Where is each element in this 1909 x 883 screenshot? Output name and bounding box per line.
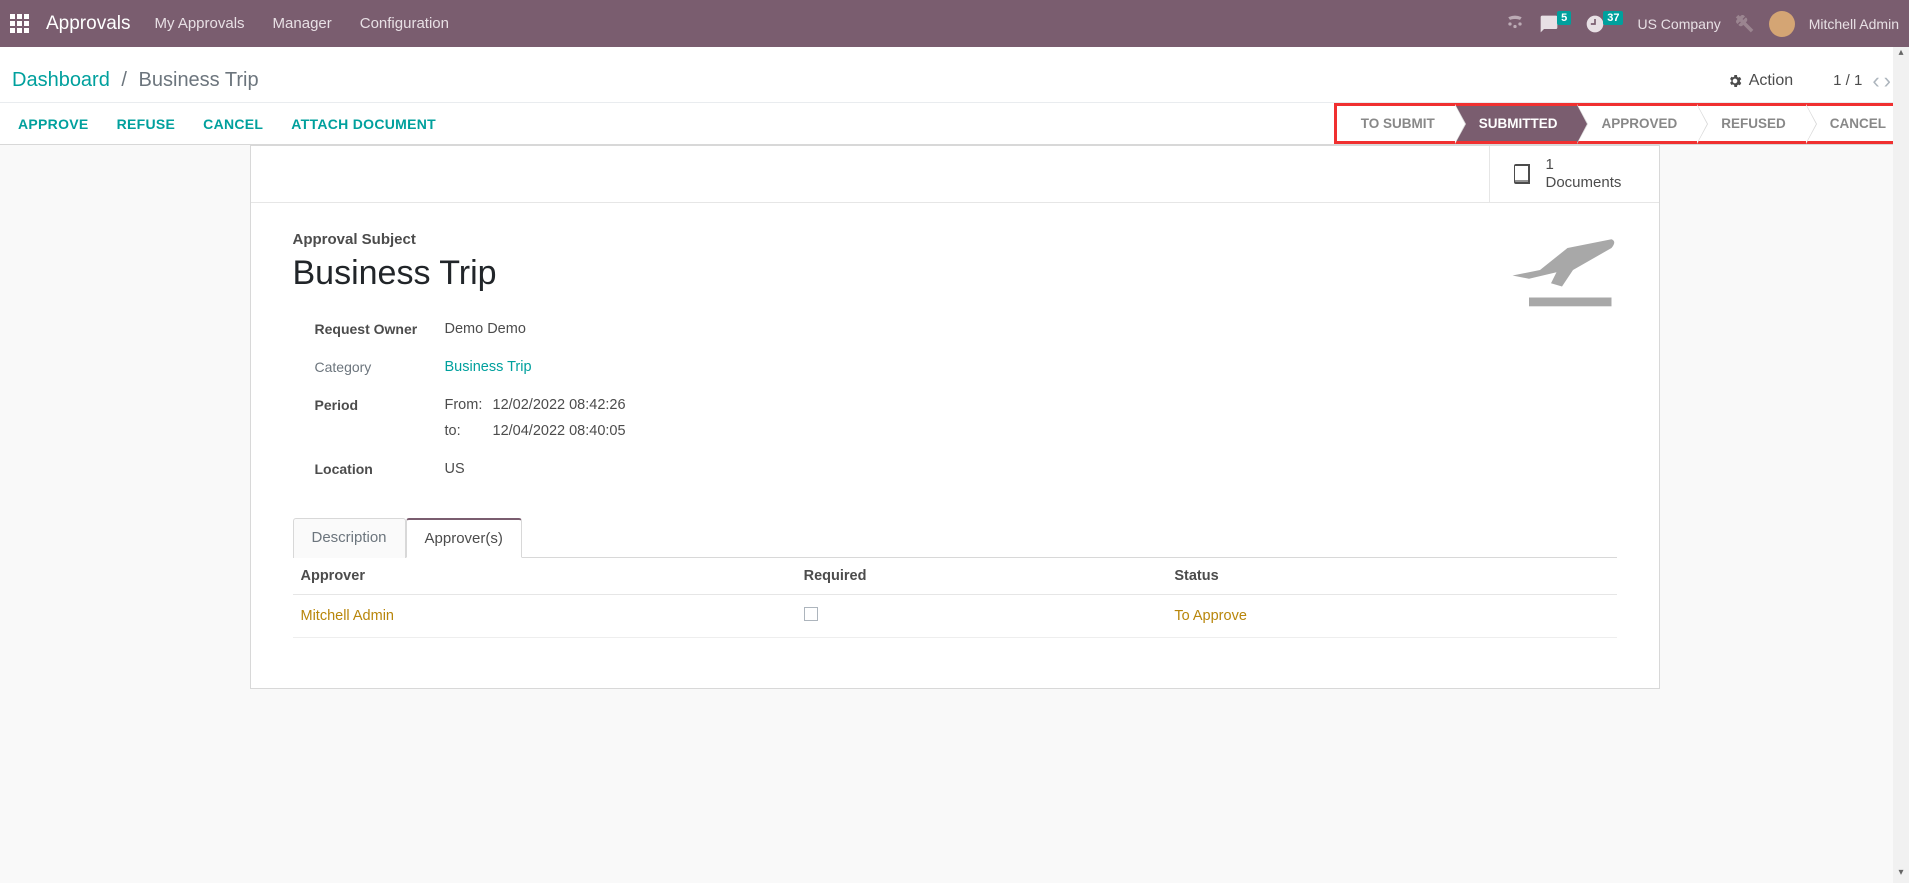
toolbar: APPROVE REFUSE CANCEL ATTACH DOCUMENT TO… (0, 103, 1909, 145)
status-bar: TO SUBMIT SUBMITTED APPROVED REFUSED CAN… (1334, 103, 1909, 144)
action-label: Action (1749, 72, 1793, 90)
th-approver[interactable]: Approver (293, 558, 796, 595)
status-step-refused[interactable]: REFUSED (1697, 106, 1806, 141)
messages-badge: 5 (1557, 11, 1571, 25)
status-step-cancel[interactable]: CANCEL (1806, 106, 1906, 141)
activities-badge: 37 (1603, 11, 1623, 25)
scrollbar[interactable]: ▴ ▾ (1893, 47, 1909, 883)
phone-icon[interactable] (1505, 14, 1525, 34)
tab-approvers[interactable]: Approver(s) (406, 518, 522, 558)
activities-icon[interactable]: 37 (1585, 14, 1623, 34)
documents-count: 1 (1546, 156, 1622, 174)
approvers-table: Approver Required Status Mitchell Admin … (293, 558, 1617, 668)
sheet-container: 1 Documents Approval Subject Business Tr… (0, 145, 1909, 689)
pager: 1 / 1 ‹ › (1833, 68, 1891, 94)
nav-menu: My Approvals Manager Configuration (155, 15, 449, 32)
table-row[interactable]: Mitchell Admin To Approve (293, 595, 1617, 638)
nav-my-approvals[interactable]: My Approvals (155, 15, 245, 32)
nav-configuration[interactable]: Configuration (360, 15, 449, 32)
control-bar: Dashboard / Business Trip Action 1 / 1 ‹… (0, 47, 1909, 103)
approve-button[interactable]: APPROVE (18, 116, 89, 132)
book-icon (1510, 162, 1534, 186)
tab-description[interactable]: Description (293, 518, 406, 558)
approver-link[interactable]: Mitchell Admin (301, 608, 394, 624)
nav-right: 5 37 US Company Mitchell Admin (1505, 11, 1899, 37)
breadcrumb-root[interactable]: Dashboard (12, 69, 110, 91)
nav-manager[interactable]: Manager (273, 15, 332, 32)
category-label: Category (315, 359, 445, 375)
main-navbar: Approvals My Approvals Manager Configura… (0, 0, 1909, 47)
th-status[interactable]: Status (1166, 558, 1616, 595)
refuse-button[interactable]: REFUSE (117, 116, 176, 132)
status-step-submitted[interactable]: SUBMITTED (1455, 106, 1578, 141)
attach-document-button[interactable]: ATTACH DOCUMENT (291, 116, 436, 132)
action-dropdown[interactable]: Action (1727, 72, 1793, 90)
status-step-approved[interactable]: APPROVED (1577, 106, 1697, 141)
app-title[interactable]: Approvals (46, 13, 131, 35)
subject-title: Business Trip (293, 254, 1617, 293)
form-sheet: 1 Documents Approval Subject Business Tr… (250, 145, 1660, 689)
documents-label: Documents (1546, 174, 1622, 192)
period-label: Period (315, 397, 445, 439)
tabs: Description Approver(s) (293, 517, 1617, 558)
th-required[interactable]: Required (796, 558, 1167, 595)
location-value: US (445, 461, 915, 477)
avatar[interactable] (1769, 11, 1795, 37)
period-to-label: to: (445, 423, 493, 439)
messages-icon[interactable]: 5 (1539, 14, 1571, 34)
table-header-row: Approver Required Status (293, 558, 1617, 595)
period-from-label: From: (445, 397, 493, 413)
pager-prev-icon[interactable]: ‹ (1872, 68, 1879, 94)
plane-icon (1507, 225, 1617, 318)
breadcrumb: Dashboard / Business Trip (12, 69, 259, 92)
field-grid: Request Owner Demo Demo Category Busines… (315, 321, 915, 477)
scroll-down-icon[interactable]: ▾ (1893, 867, 1909, 883)
scroll-up-icon[interactable]: ▴ (1893, 47, 1909, 63)
status-step-to-submit[interactable]: TO SUBMIT (1337, 106, 1455, 141)
period-from-value: 12/02/2022 08:42:26 (493, 397, 915, 413)
toolbar-buttons: APPROVE REFUSE CANCEL ATTACH DOCUMENT (18, 103, 436, 144)
pager-count[interactable]: 1 / 1 (1833, 72, 1862, 89)
category-link[interactable]: Business Trip (445, 359, 532, 375)
required-checkbox[interactable] (804, 607, 818, 621)
subject-label: Approval Subject (293, 231, 1617, 248)
gear-icon (1727, 73, 1743, 89)
breadcrumb-current: Business Trip (139, 69, 259, 91)
username[interactable]: Mitchell Admin (1809, 16, 1899, 32)
location-label: Location (315, 461, 445, 477)
table-footer-row (293, 638, 1617, 668)
doc-button-row: 1 Documents (251, 146, 1659, 203)
request-owner-value: Demo Demo (445, 321, 915, 337)
documents-button[interactable]: 1 Documents (1489, 146, 1659, 202)
request-owner-label: Request Owner (315, 321, 445, 337)
apps-icon[interactable] (10, 14, 30, 34)
pager-next-icon[interactable]: › (1884, 68, 1891, 94)
company-switcher[interactable]: US Company (1637, 16, 1720, 32)
form-body: Approval Subject Business Trip Request O… (251, 203, 1659, 688)
debug-icon[interactable] (1735, 14, 1755, 34)
period-to-value: 12/04/2022 08:40:05 (493, 423, 915, 439)
cancel-button[interactable]: CANCEL (203, 116, 263, 132)
status-badge: To Approve (1174, 608, 1247, 624)
